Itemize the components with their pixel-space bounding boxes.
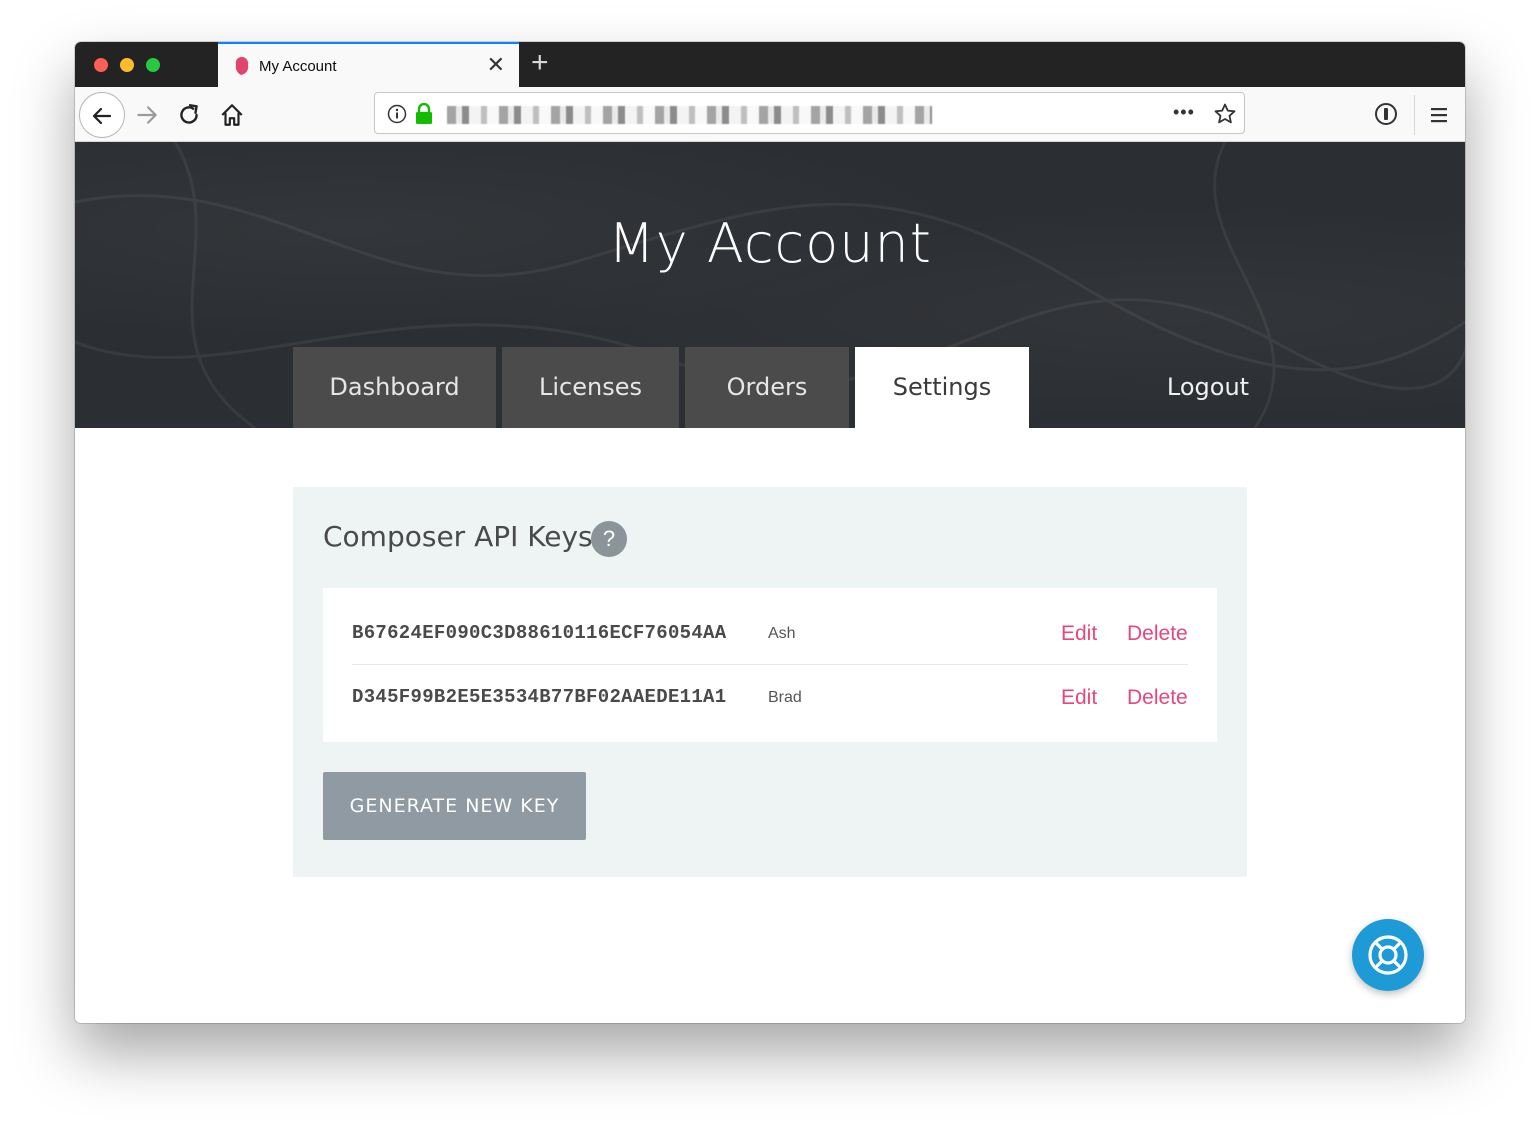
page-actions-button[interactable]: ••• [1173, 102, 1195, 123]
home-icon [221, 104, 243, 126]
hamburger-menu-icon[interactable] [1427, 103, 1451, 127]
url-bar[interactable]: ••• [374, 92, 1245, 134]
api-keys-panel: Composer API Keys ? B67624EF090C3D886101… [293, 487, 1247, 877]
account-header: My Account Dashboard Licenses Orders Set… [75, 142, 1465, 428]
tab-dashboard[interactable]: Dashboard [293, 347, 496, 428]
back-arrow-icon [92, 107, 112, 125]
tab-orders[interactable]: Orders [685, 347, 849, 428]
delete-key-button[interactable]: Delete [1127, 686, 1188, 710]
edit-key-button[interactable]: Edit [1061, 686, 1097, 710]
minimize-window-button[interactable] [120, 58, 134, 72]
navigation-bar: ••• [75, 87, 1465, 142]
api-key-owner: Ash [768, 625, 796, 642]
page-content: My Account Dashboard Licenses Orders Set… [75, 142, 1465, 1023]
tab-logout[interactable]: Logout [1125, 347, 1291, 428]
info-icon[interactable] [387, 104, 407, 124]
toolbar-divider [1414, 95, 1415, 135]
api-key-row: D345F99B2E5E3534B77BF02AAEDE11A1 Brad Ed… [352, 666, 1188, 729]
support-chat-button[interactable] [1352, 919, 1424, 991]
api-key-value: B67624EF090C3D88610116ECF76054AA [352, 622, 727, 644]
close-window-button[interactable] [94, 58, 108, 72]
reload-icon [180, 104, 198, 124]
api-key-value: D345F99B2E5E3534B77BF02AAEDE11A1 [352, 686, 727, 708]
browser-tab-active[interactable]: My Account ✕ [218, 42, 519, 87]
api-key-row: B67624EF090C3D88610116ECF76054AA Ash Edi… [352, 602, 1188, 665]
back-button[interactable] [79, 92, 125, 138]
edit-key-button[interactable]: Edit [1061, 622, 1097, 646]
reload-button[interactable] [176, 102, 202, 128]
api-key-owner: Brad [768, 689, 802, 706]
tab-settings[interactable]: Settings [855, 347, 1029, 428]
password-manager-icon[interactable] [1374, 102, 1398, 126]
new-tab-button[interactable]: + [531, 48, 549, 78]
forward-button[interactable] [134, 102, 160, 128]
url-text-redacted [447, 106, 932, 124]
tab-strip: My Account ✕ + [75, 42, 1465, 87]
delete-key-button[interactable]: Delete [1127, 622, 1188, 646]
zoom-window-button[interactable] [146, 58, 160, 72]
forward-arrow-icon [137, 106, 157, 124]
site-favicon-icon [235, 57, 249, 75]
generate-new-key-button[interactable]: GENERATE NEW KEY [323, 772, 586, 840]
page-title: My Account [608, 212, 932, 275]
home-button[interactable] [219, 102, 245, 128]
lifebuoy-icon [1368, 935, 1408, 975]
browser-window: My Account ✕ + ••• My Account Dashboard … [75, 42, 1465, 1023]
star-icon[interactable] [1213, 102, 1237, 126]
tab-licenses[interactable]: Licenses [502, 347, 679, 428]
tab-title: My Account [259, 58, 337, 75]
api-keys-list: B67624EF090C3D88610116ECF76054AA Ash Edi… [323, 588, 1217, 742]
lock-icon[interactable] [415, 103, 433, 125]
section-title: Composer API Keys [323, 520, 593, 553]
help-icon[interactable]: ? [591, 521, 627, 557]
close-icon[interactable]: ✕ [487, 54, 505, 76]
